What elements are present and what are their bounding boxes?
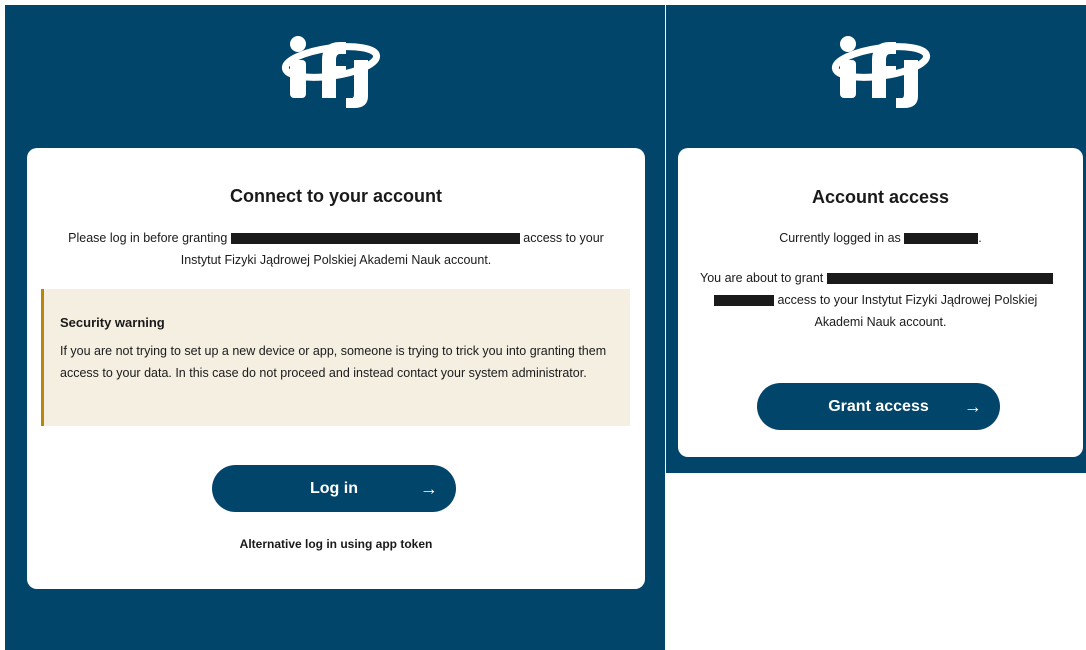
logged-in-line: Currently logged in as . xyxy=(678,227,1083,249)
security-warning-text: If you are not trying to set up a new de… xyxy=(60,344,607,380)
grant-about-after: access to your Instytut Fizyki Jądrowej … xyxy=(777,293,1038,307)
grant-access-button[interactable]: Grant access → xyxy=(757,383,1000,430)
redacted-app-name xyxy=(826,273,1053,285)
arrow-right-icon: → xyxy=(420,478,438,498)
alt-login-link[interactable]: Alternative log in using app token xyxy=(27,537,645,551)
grant-access-button-label: Grant access xyxy=(828,397,929,415)
ifj-logo-icon xyxy=(281,36,381,108)
grant-about-line2: access to your Instytut Fizyki Jądrowej … xyxy=(714,289,1037,311)
login-title: Connect to your account xyxy=(229,186,442,206)
redacted-username xyxy=(904,233,979,245)
login-button-label: Log in xyxy=(310,479,358,497)
security-warning-title: Security warning xyxy=(60,315,165,330)
logged-in-prefix: Currently logged in as xyxy=(779,231,901,245)
grant-title: Account access xyxy=(811,187,950,207)
grant-about-line1: You are about to grant xyxy=(700,267,1053,289)
login-card: Connect to your account Please log in be… xyxy=(27,148,645,589)
grant-about-prefix: You are about to grant xyxy=(700,271,824,285)
login-intro-before: Please log in before granting xyxy=(68,231,228,245)
grant-card: Account access Currently logged in as . … xyxy=(678,148,1083,457)
redacted-app-name xyxy=(230,233,520,245)
redacted-app-name-cont xyxy=(714,295,774,307)
login-intro-line2: Instytut Fizyki Jądrowej Polskiej Akadem… xyxy=(180,253,492,267)
login-button[interactable]: Log in → xyxy=(212,465,456,512)
login-intro: Please log in before granting access to … xyxy=(27,227,645,249)
logged-in-suffix: . xyxy=(978,231,982,245)
arrow-right-icon: → xyxy=(964,396,982,416)
grant-about-line3: Akademi Nauk account. xyxy=(814,315,947,329)
login-intro-after: access to your xyxy=(523,231,604,245)
ifj-logo-icon xyxy=(831,36,931,108)
security-warning: Security warning If you are not trying t… xyxy=(41,289,630,426)
